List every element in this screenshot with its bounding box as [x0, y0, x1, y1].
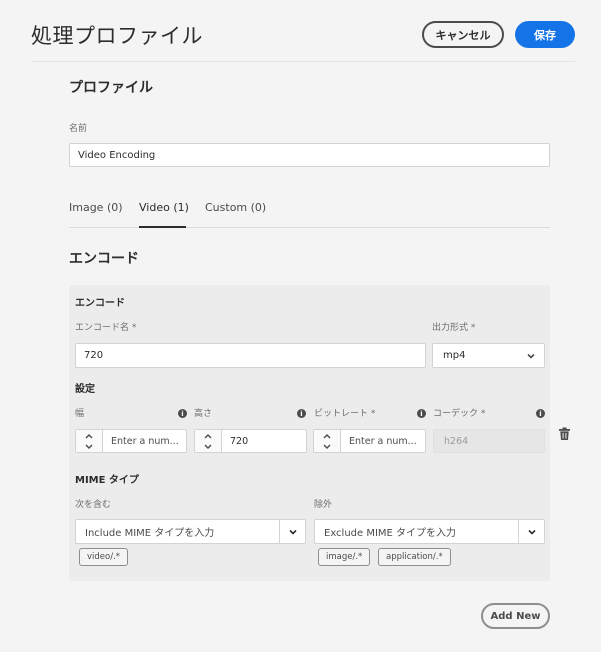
- output-format-value: mp4: [443, 350, 466, 361]
- codec-label: コーデック *: [433, 409, 486, 419]
- exclude-mime-combobox[interactable]: Exclude MIME タイプを入力: [314, 519, 545, 544]
- page-title: 処理プロファイル: [31, 24, 203, 48]
- exclude-label: 除外: [314, 500, 333, 510]
- height-input[interactable]: 720: [222, 430, 306, 452]
- header-divider: [31, 61, 575, 62]
- height-stepper[interactable]: 720: [194, 429, 307, 453]
- chevron-down-icon: [528, 529, 536, 535]
- trash-icon[interactable]: [558, 427, 571, 441]
- tab-image[interactable]: Image (0): [69, 201, 123, 229]
- bitrate-stepper[interactable]: Enter a num...: [313, 429, 426, 453]
- height-info-icon[interactable]: i: [297, 409, 306, 418]
- height-label: 高さ: [194, 409, 213, 419]
- chevron-up-icon[interactable]: [322, 433, 332, 440]
- chevron-down-icon: [527, 353, 535, 359]
- tabs: Image (0) Video (1) Custom (0): [69, 201, 550, 229]
- name-label: 名前: [69, 124, 88, 134]
- encode-section-title: エンコード: [69, 251, 139, 267]
- profile-section-title: プロファイル: [69, 80, 153, 96]
- chevron-up-icon[interactable]: [84, 433, 94, 440]
- chevron-down-icon[interactable]: [203, 443, 213, 450]
- width-info-icon[interactable]: i: [178, 409, 187, 418]
- bitrate-stepper-controls[interactable]: [314, 430, 341, 452]
- exclude-mime-dropdown-button[interactable]: [518, 520, 544, 543]
- exclude-tag[interactable]: image/.*: [318, 548, 371, 566]
- bitrate-input[interactable]: Enter a num...: [341, 430, 425, 452]
- mime-title: MIME タイプ: [75, 475, 139, 486]
- exclude-tag[interactable]: application/.*: [378, 548, 451, 566]
- include-mime-dropdown-button[interactable]: [279, 520, 305, 543]
- tab-custom[interactable]: Custom (0): [205, 201, 266, 229]
- width-input[interactable]: Enter a num...: [103, 430, 186, 452]
- output-format-label: 出力形式 *: [432, 323, 476, 333]
- cancel-button[interactable]: キャンセル: [422, 21, 504, 48]
- height-stepper-controls[interactable]: [195, 430, 222, 452]
- encode-name-input[interactable]: 720: [75, 343, 426, 368]
- chevron-down-icon[interactable]: [84, 443, 94, 450]
- include-tag[interactable]: video/.*: [79, 548, 129, 566]
- name-input[interactable]: Video Encoding: [69, 143, 550, 167]
- settings-title: 設定: [75, 384, 95, 395]
- output-format-select[interactable]: mp4: [432, 343, 545, 368]
- chevron-down-icon[interactable]: [322, 443, 332, 450]
- codec-info-icon[interactable]: i: [536, 409, 545, 418]
- include-mime-combobox[interactable]: Include MIME タイプを入力: [75, 519, 306, 544]
- width-stepper[interactable]: Enter a num...: [75, 429, 187, 453]
- width-stepper-controls[interactable]: [76, 430, 103, 452]
- save-button[interactable]: 保存: [515, 21, 575, 48]
- encode-name-label: エンコード名 *: [75, 323, 137, 333]
- encode-panel-title: エンコード: [75, 298, 125, 309]
- tab-active-indicator: [139, 226, 186, 228]
- bitrate-label: ビットレート *: [314, 409, 376, 419]
- include-mime-input[interactable]: Include MIME タイプを入力: [76, 520, 279, 543]
- add-new-button[interactable]: Add New: [481, 603, 550, 629]
- codec-input: h264: [433, 429, 545, 453]
- tab-video[interactable]: Video (1): [139, 201, 189, 229]
- bitrate-info-icon[interactable]: i: [417, 409, 426, 418]
- include-label: 次を含む: [75, 500, 112, 510]
- exclude-mime-input[interactable]: Exclude MIME タイプを入力: [315, 520, 518, 543]
- chevron-up-icon[interactable]: [203, 433, 213, 440]
- width-label: 幅: [75, 409, 85, 419]
- chevron-down-icon: [289, 529, 297, 535]
